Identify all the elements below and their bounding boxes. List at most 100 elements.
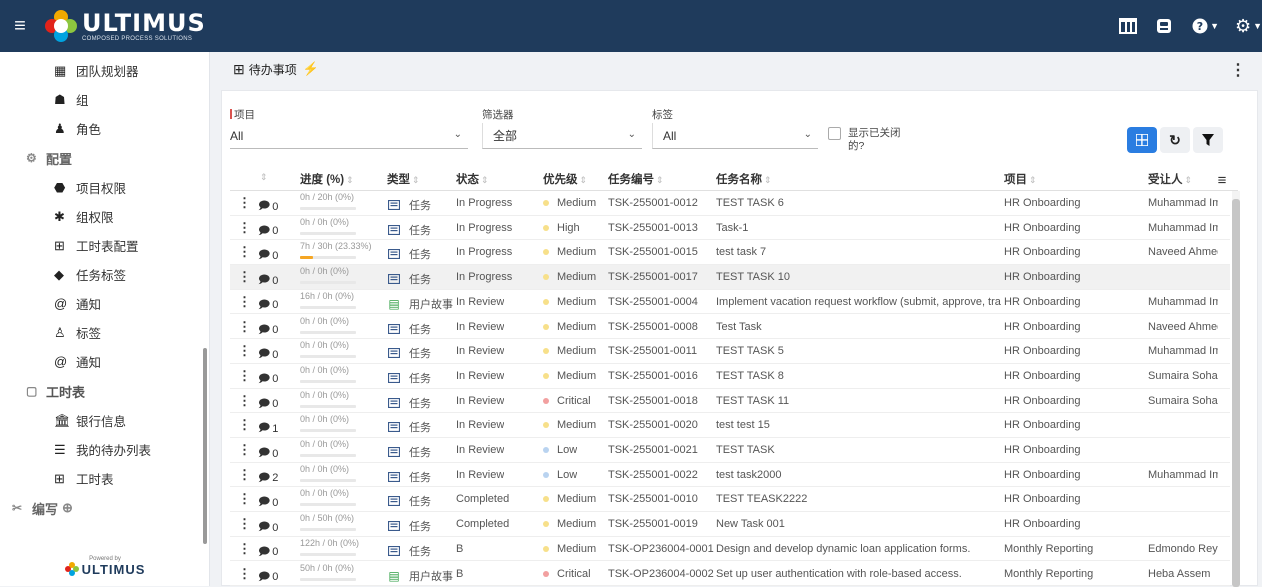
comments-column-header[interactable]: ⇕	[258, 171, 268, 183]
progress-column-header[interactable]: 进度 (%) ⇕	[300, 171, 354, 187]
row-actions-icon[interactable]: ⋮	[238, 393, 251, 409]
sidebar-item-my-todo[interactable]: ☰ 我的待办列表	[0, 435, 209, 464]
comment-count[interactable]: 🗩 0	[258, 271, 278, 290]
sidebar-item-timesheet-config[interactable]: ⊞ 工时表配置	[0, 231, 209, 260]
sidebar-section-config[interactable]: ⚙ 配置	[0, 143, 209, 173]
task-name-cell[interactable]: Design and develop dynamic loan applicat…	[716, 543, 1002, 555]
table-row[interactable]: ⋮ 🗩 0 16h / 0h (0%) ▤ 用户故事 In Review Medium TSK-…	[230, 290, 1230, 315]
refresh-button[interactable]: ↻	[1160, 127, 1190, 153]
sidebar-item-task-tag[interactable]: ◆ 任务标签	[0, 260, 209, 289]
task-code-cell[interactable]: TSK-255001-0022	[608, 469, 698, 481]
comment-count[interactable]: 🗩 0	[258, 543, 278, 562]
ultimus-logo[interactable]: ULTIMUS COMPOSED PROCESS SOLUTIONS	[44, 9, 206, 43]
settings-dropdown-caret-icon[interactable]: ▼	[1253, 21, 1262, 31]
sidebar-section-compose[interactable]: ✂ 编写 ⊕	[0, 493, 209, 523]
comment-count[interactable]: 🗩 0	[258, 395, 278, 414]
sidebar-section-timesheet[interactable]: ▢ 工时表	[0, 376, 209, 406]
sidebar-item-role[interactable]: ♟ 角色	[0, 114, 209, 143]
type-column-header[interactable]: 类型 ⇕	[387, 171, 420, 187]
table-row[interactable]: ⋮ 🗩 0 0h / 0h (0%) 任务 In Review Low TSK-255001-…	[230, 438, 1230, 463]
task-name-cell[interactable]: TEST TASK 5	[716, 345, 1002, 357]
task-code-cell[interactable]: TSK-255001-0012	[608, 197, 698, 209]
name-column-header[interactable]: 任务名称 ⇕	[716, 171, 772, 187]
table-scrollbar-thumb[interactable]	[1232, 199, 1240, 587]
task-name-cell[interactable]: Set up user authentication with role-bas…	[716, 568, 1002, 580]
task-name-cell[interactable]: TEST TEASK2222	[716, 493, 1002, 505]
comment-count[interactable]: 🗩 0	[258, 370, 278, 389]
row-actions-icon[interactable]: ⋮	[238, 442, 251, 458]
table-row[interactable]: ⋮ 🗩 0 0h / 0h (0%) 任务 In Progress Medium TSK-25…	[230, 265, 1230, 290]
task-name-cell[interactable]: Implement vacation request workflow (sub…	[716, 296, 1002, 308]
task-code-cell[interactable]: TSK-255001-0016	[608, 370, 698, 382]
comment-count[interactable]: 🗩 0	[258, 296, 278, 315]
columns-icon[interactable]	[1110, 0, 1146, 52]
task-code-cell[interactable]: TSK-OP236004-0002	[608, 568, 714, 580]
task-code-cell[interactable]: TSK-255001-0004	[608, 296, 698, 308]
add-icon[interactable]: ⊕	[62, 500, 73, 516]
task-name-cell[interactable]: test task2000	[716, 469, 1002, 481]
menu-icon[interactable]: ≡	[0, 0, 40, 52]
sidebar-scrollbar[interactable]	[203, 348, 207, 544]
table-row[interactable]: ⋮ 🗩 0 50h / 0h (0%) ▤ 用户故事 B Critical TSK-OP2360…	[230, 562, 1230, 587]
table-row[interactable]: ⋮ 🗩 0 0h / 0h (0%) 任务 Completed Medium TSK-2550…	[230, 487, 1230, 513]
row-actions-icon[interactable]: ⋮	[238, 491, 251, 507]
sidebar-item-project-permission[interactable]: ⬣ 项目权限	[0, 173, 209, 202]
task-code-cell[interactable]: TSK-255001-0008	[608, 321, 698, 333]
table-row[interactable]: ⋮ 🗩 2 0h / 0h (0%) 任务 In Review Low TSK-255001-…	[230, 463, 1230, 488]
row-actions-icon[interactable]: ⋮	[238, 417, 251, 433]
help-dropdown-caret-icon[interactable]: ▼	[1210, 21, 1219, 31]
row-actions-icon[interactable]: ⋮	[238, 195, 251, 211]
task-code-cell[interactable]: TSK-255001-0010	[608, 493, 698, 505]
tag-select[interactable]: All ⌄	[652, 123, 818, 149]
table-row[interactable]: ⋮ 🗩 0 7h / 30h (23.33%) 任务 In Progress Medium T…	[230, 240, 1230, 266]
sidebar-item-timesheet[interactable]: ⊞ 工时表	[0, 464, 209, 493]
task-name-cell[interactable]: test test 15	[716, 419, 1002, 431]
sidebar-item-bank-info[interactable]: 🏛 银行信息	[0, 406, 209, 435]
task-code-cell[interactable]: TSK-255001-0018	[608, 395, 698, 407]
task-name-cell[interactable]: test task 7	[716, 246, 1002, 258]
table-row[interactable]: ⋮ 🗩 0 0h / 0h (0%) 任务 In Review Medium TSK-2550…	[230, 339, 1230, 364]
table-row[interactable]: ⋮ 🗩 1 0h / 0h (0%) 任务 In Review Medium TSK-2550…	[230, 413, 1230, 438]
filter-select[interactable]: 全部 ⌄	[482, 123, 642, 149]
task-name-cell[interactable]: TEST TASK 11	[716, 395, 1002, 407]
comment-count[interactable]: 🗩 0	[258, 321, 278, 340]
row-actions-icon[interactable]: ⋮	[238, 294, 251, 310]
show-closed-checkbox[interactable]	[828, 127, 841, 140]
table-row[interactable]: ⋮ 🗩 0 0h / 20h (0%) 任务 In Progress Medium TSK-2…	[230, 191, 1230, 216]
filter-button[interactable]	[1193, 127, 1223, 153]
sidebar-item-notification-2[interactable]: @ 通知	[0, 347, 209, 376]
task-code-cell[interactable]: TSK-255001-0021	[608, 444, 698, 456]
task-code-cell[interactable]: TSK-255001-0011	[608, 345, 697, 357]
task-name-cell[interactable]: TEST TASK 10	[716, 271, 1002, 283]
task-code-cell[interactable]: TSK-OP236004-0001	[608, 543, 714, 555]
row-actions-icon[interactable]: ⋮	[238, 343, 251, 359]
row-actions-icon[interactable]: ⋮	[238, 244, 251, 260]
task-name-cell[interactable]: Task-1	[716, 222, 1002, 234]
comment-count[interactable]: 🗩 0	[258, 518, 278, 537]
comment-count[interactable]: 🗩 0	[258, 197, 278, 216]
task-code-cell[interactable]: TSK-255001-0013	[608, 222, 698, 234]
sidebar-item-group[interactable]: ☗ 组	[0, 85, 209, 114]
inbox-icon[interactable]	[1146, 0, 1182, 52]
row-actions-icon[interactable]: ⋮	[238, 566, 251, 582]
table-row[interactable]: ⋮ 🗩 0 0h / 0h (0%) 任务 In Review Medium TSK-2550…	[230, 364, 1230, 389]
table-row[interactable]: ⋮ 🗩 0 0h / 0h (0%) 任务 In Review Medium TSK-2550…	[230, 315, 1230, 340]
comment-count[interactable]: 🗩 0	[258, 568, 278, 587]
sidebar-item-label-tags[interactable]: ♙ 标签	[0, 318, 209, 347]
task-name-cell[interactable]: Test Task	[716, 321, 1002, 333]
row-actions-icon[interactable]: ⋮	[238, 541, 251, 557]
task-code-cell[interactable]: TSK-255001-0017	[608, 271, 698, 283]
row-actions-icon[interactable]: ⋮	[238, 516, 251, 532]
task-name-cell[interactable]: TEST TASK	[716, 444, 1002, 456]
comment-count[interactable]: 🗩 0	[258, 493, 278, 512]
comment-count[interactable]: 🗩 2	[258, 469, 278, 488]
row-actions-icon[interactable]: ⋮	[238, 269, 251, 285]
assignee-column-header[interactable]: 受让人 ⇕	[1148, 171, 1192, 187]
task-name-cell[interactable]: New Task 001	[716, 518, 1002, 530]
sidebar-item-notification[interactable]: @ 通知	[0, 289, 209, 318]
table-row[interactable]: ⋮ 🗩 0 0h / 0h (0%) 任务 In Progress High TSK-2550…	[230, 216, 1230, 241]
code-column-header[interactable]: 任务编号 ⇕	[608, 171, 664, 187]
comment-count[interactable]: 🗩 1	[258, 419, 278, 438]
table-row[interactable]: ⋮ 🗩 0 122h / 0h (0%) 任务 B Medium TSK-OP236004-0…	[230, 537, 1230, 562]
comment-count[interactable]: 🗩 0	[258, 246, 278, 265]
